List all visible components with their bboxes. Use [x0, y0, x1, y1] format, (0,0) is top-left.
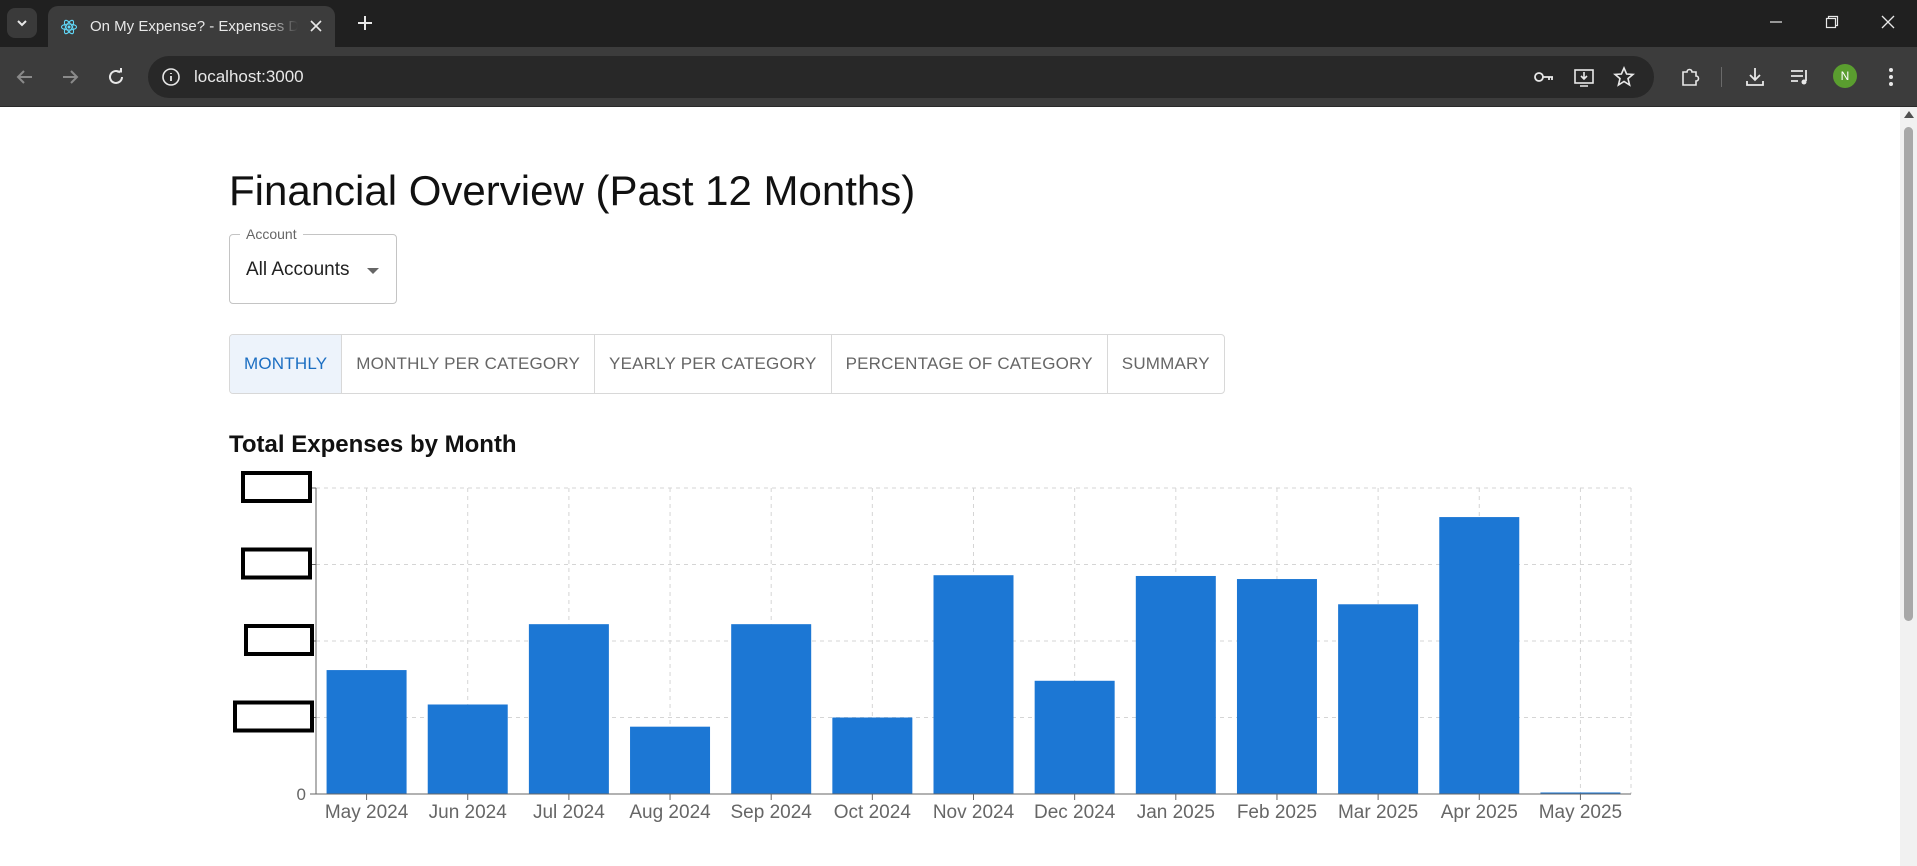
- x-tick-label: Oct 2024: [834, 802, 912, 823]
- puzzle-icon: [1682, 68, 1700, 86]
- chart-bar: [1338, 604, 1419, 794]
- close-icon: [1881, 15, 1895, 29]
- chart-bar: [933, 575, 1014, 794]
- chart-bar: [1439, 517, 1520, 794]
- x-tick-label: Dec 2024: [1034, 802, 1116, 823]
- profile-avatar[interactable]: N: [1833, 64, 1857, 88]
- redacted-y-tick-label: [241, 471, 312, 503]
- x-tick-label: Aug 2024: [629, 802, 711, 823]
- info-icon: [162, 68, 180, 86]
- more-vertical-icon: [1889, 68, 1893, 86]
- page-scrollbar[interactable]: [1900, 107, 1917, 866]
- chart-bar: [1034, 680, 1115, 794]
- x-tick-label: May 2024: [325, 802, 409, 823]
- chart-bar: [731, 624, 812, 794]
- browser-toolbar: localhost:3000 N: [0, 47, 1917, 107]
- redacted-y-tick-label: [244, 624, 314, 656]
- chart-bar: [427, 704, 508, 794]
- x-tick-label: Sep 2024: [731, 802, 813, 823]
- reload-button[interactable]: [100, 61, 132, 93]
- chart-bar: [1135, 575, 1216, 794]
- install-app-icon: [1574, 69, 1594, 87]
- browser-tab-active[interactable]: On My Expense? - Expenses Dashboard: [48, 6, 335, 47]
- new-tab-button[interactable]: [351, 9, 379, 37]
- star-icon: [1613, 66, 1635, 87]
- back-button[interactable]: [9, 61, 41, 93]
- chart-bar: [528, 624, 609, 794]
- install-app-button[interactable]: [1572, 65, 1596, 89]
- download-icon: [1746, 68, 1764, 86]
- x-tick-label: Apr 2025: [1441, 802, 1518, 823]
- close-window-button[interactable]: [1860, 0, 1916, 44]
- chart-bar: [326, 670, 407, 794]
- bookmark-button[interactable]: [1612, 65, 1636, 89]
- arrow-right-icon: [63, 70, 79, 84]
- forward-button[interactable]: [54, 61, 86, 93]
- browser-menu-button[interactable]: [1877, 63, 1905, 91]
- page-content: Financial Overview (Past 12 Months) Acco…: [0, 107, 1900, 866]
- x-tick-label: Nov 2024: [933, 802, 1015, 823]
- minimize-button[interactable]: [1748, 0, 1804, 44]
- scrollbar-thumb[interactable]: [1904, 127, 1913, 621]
- tab-search-button[interactable]: [7, 8, 37, 38]
- minimize-icon: [1770, 21, 1782, 23]
- playlist-icon: [1791, 70, 1807, 85]
- chart-bar: [832, 717, 913, 794]
- x-tick-label: Feb 2025: [1237, 802, 1317, 823]
- x-tick-label: Jul 2024: [533, 802, 605, 823]
- tab-close-button[interactable]: [307, 17, 325, 35]
- arrow-left-icon: [16, 70, 32, 84]
- media-controls-button[interactable]: [1786, 63, 1814, 91]
- browser-tab-strip: On My Expense? - Expenses Dashboard: [0, 0, 1917, 47]
- extensions-button[interactable]: [1676, 63, 1704, 91]
- expenses-bar-chart: 0 May 2024 Jun 2024 Jul 2024 Aug 2024 Sep 202…: [233, 471, 1632, 823]
- plus-icon: [358, 16, 372, 30]
- chevron-down-icon: [17, 20, 27, 27]
- x-tick-label: Jan 2025: [1137, 802, 1215, 823]
- scroll-up-arrow-icon[interactable]: [1904, 111, 1914, 118]
- chart-bar: [630, 726, 711, 794]
- site-info-button[interactable]: [160, 66, 182, 88]
- close-icon: [310, 20, 322, 32]
- chart-bar: [1236, 579, 1317, 794]
- address-bar[interactable]: localhost:3000: [148, 56, 1654, 98]
- key-icon: [1534, 72, 1553, 82]
- restore-button[interactable]: [1804, 0, 1860, 44]
- reload-icon: [109, 68, 123, 84]
- address-bar-url: localhost:3000: [194, 67, 304, 86]
- toolbar-divider: [1721, 67, 1722, 87]
- react-icon: [60, 19, 78, 34]
- redacted-y-tick-label: [241, 547, 312, 580]
- downloads-button[interactable]: [1741, 63, 1769, 91]
- x-tick-label: Mar 2025: [1338, 802, 1418, 823]
- x-tick-label: May 2025: [1539, 802, 1622, 823]
- restore-icon: [1825, 15, 1839, 29]
- y-tick-label: 0: [297, 785, 306, 804]
- redacted-y-tick-label: [233, 700, 314, 733]
- password-key-button[interactable]: [1532, 65, 1556, 89]
- x-tick-label: Jun 2024: [429, 802, 508, 823]
- tab-title: On My Expense? - Expenses Dashboard: [90, 18, 298, 35]
